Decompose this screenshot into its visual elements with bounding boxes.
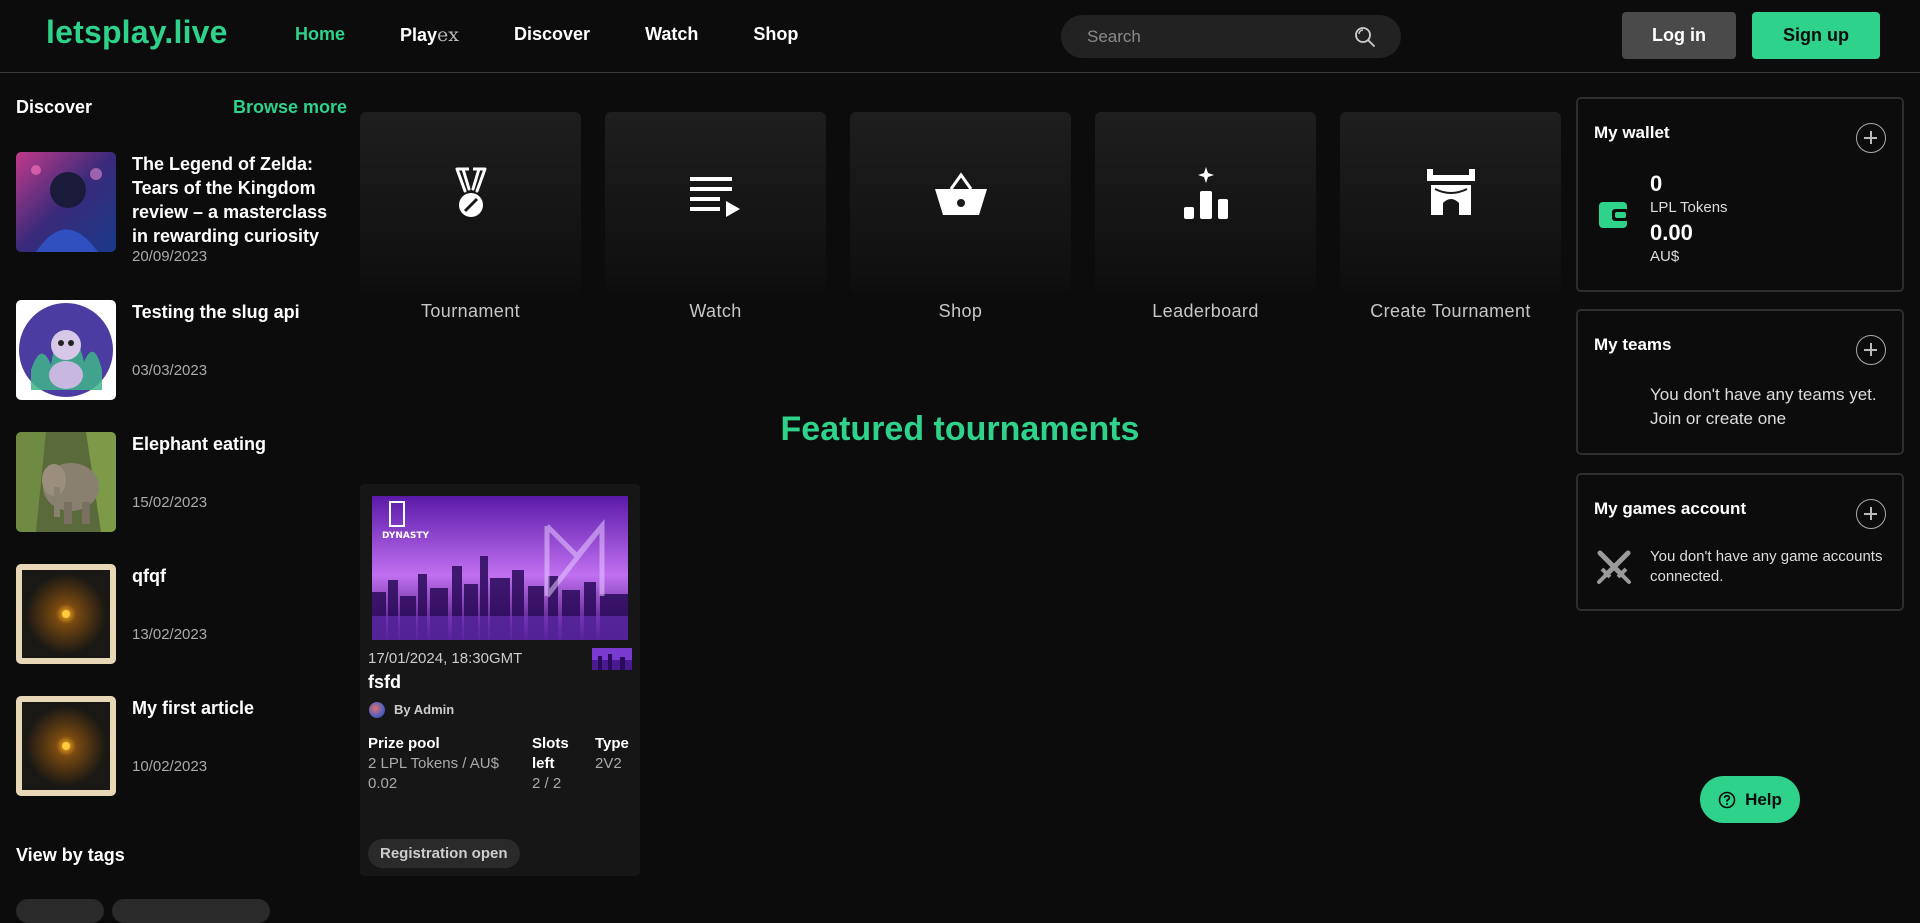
quick-link-create-tournament[interactable]: Create Tournament [1340,112,1561,322]
tournament-date: 17/01/2024, 18:30GMT [368,650,523,667]
discover-title: Discover [16,97,93,117]
slots-left-value: 2 / 2 [532,775,562,792]
article-date: 03/03/2023 [132,362,208,379]
search-input[interactable] [1087,25,1347,49]
type-value: 2V2 [595,755,622,772]
article-title: Elephant eating [132,434,267,454]
article-title: qfqf [132,566,166,586]
article-title: My first article [132,698,255,718]
teams-add-button[interactable] [1856,335,1886,365]
tournament-name: fsfd [368,672,401,692]
main-nav: Home Playex Discover Watch Shop [295,24,853,46]
type-label: Type [595,735,629,752]
games-empty-text: You don't have any game accounts connect… [1650,548,1883,585]
nav-play-label: Play [400,25,438,45]
quick-link-box [605,112,826,292]
help-button[interactable]: Help [1700,776,1800,823]
medal-icon [455,167,487,217]
organizer-avatar [369,702,385,718]
teams-title: My teams [1594,335,1672,354]
tournament-thumbnail [592,648,632,670]
article-item[interactable]: qfqf 13/02/2023 [16,564,346,664]
article-item[interactable]: Elephant eating 15/02/2023 [16,432,346,532]
quick-link-label: Leaderboard [1152,301,1259,321]
quick-link-watch[interactable]: Watch [605,112,826,322]
nav-play[interactable]: Playex [400,24,459,46]
wallet-add-button[interactable] [1856,123,1886,153]
article-item[interactable]: Testing the slug api 03/03/2023 [16,300,346,400]
tournament-organizer: By Admin [394,702,455,717]
nav-shop[interactable]: Shop [753,24,798,46]
search-bar [1061,15,1401,58]
arena-icon [1427,169,1475,215]
games-panel: My games account You don't have any game… [1576,473,1904,611]
article-title: Testing the slug api [132,302,300,322]
featured-title: Featured tournaments [780,410,1140,448]
svg-text:DYNASTY: DYNASTY [382,531,429,541]
article-item[interactable]: The Legend of Zelda: Tears of the Kingdo… [16,152,346,265]
quick-link-shop[interactable]: Shop [850,112,1071,322]
quick-link-label: Watch [689,301,742,321]
search-icon[interactable] [1353,25,1377,49]
teams-empty-text: You don't have any teams yet. Join or cr… [1650,385,1877,428]
nav-play-suffix: ex [437,24,460,46]
wallet-icon [1599,202,1629,228]
quick-link-label: Create Tournament [1370,301,1531,321]
playlist-icon [690,177,740,217]
wallet-tokens-value: 0 [1650,171,1663,196]
article-date: 20/09/2023 [132,248,208,265]
tournament-card[interactable]: DYNASTY 17/01/2024, 18:30GMT fsfd By Adm… [360,484,640,876]
article-item[interactable]: My first article 10/02/2023 [16,696,346,796]
quick-link-tournament[interactable]: Tournament [360,112,581,322]
quick-link-box [360,112,581,292]
wallet-tokens-label: LPL Tokens [1650,199,1728,216]
quick-link-box [850,112,1071,292]
tag-chip[interactable] [112,899,270,923]
prize-pool-value: 2 LPL Tokens / AU$ 0.02 [368,755,499,792]
nav-discover[interactable]: Discover [514,24,590,46]
login-button[interactable]: Log in [1622,12,1736,59]
article-thumbnail [16,696,116,796]
quick-link-box [1340,112,1561,292]
browse-more-link[interactable]: Browse more [233,97,347,118]
nav-watch[interactable]: Watch [645,24,698,46]
quick-link-box [1095,112,1316,292]
quick-link-leaderboard[interactable]: Leaderboard [1095,112,1316,322]
article-thumbnail [16,152,116,252]
wallet-title: My wallet [1594,123,1670,142]
slots-left-label: Slots left [532,735,569,772]
article-thumbnail [16,432,116,532]
leaderboard-icon [1184,167,1228,219]
tournament-banner: DYNASTY [372,496,628,640]
article-thumbnail [16,300,116,400]
nav-home[interactable]: Home [295,24,345,46]
games-title: My games account [1594,499,1747,518]
tags-title: View by tags [16,845,125,865]
article-date: 15/02/2023 [132,494,208,511]
article-date: 13/02/2023 [132,626,208,643]
wallet-panel: My wallet 0 LPL Tokens 0.00 AU$ [1576,97,1904,292]
signup-button[interactable]: Sign up [1752,12,1880,59]
wallet-aud-value: 0.00 [1650,220,1693,245]
top-bar: letsplay.live Home Playex Discover Watch… [0,0,1920,73]
site-logo[interactable]: letsplay.live [46,14,228,51]
wallet-aud-label: AU$ [1650,248,1680,265]
basket-icon [935,172,987,215]
quick-link-label: Tournament [420,301,521,321]
registration-status-badge: Registration open [368,839,520,868]
tag-chip[interactable] [16,899,104,923]
swords-icon [1597,550,1631,584]
teams-panel: My teams You don't have any teams yet. J… [1576,309,1904,455]
quick-link-label: Shop [938,301,983,321]
games-add-button[interactable] [1856,499,1886,529]
article-thumbnail [16,564,116,664]
prize-pool-label: Prize pool [368,735,440,752]
article-title: The Legend of Zelda: Tears of the Kingdo… [132,154,328,246]
article-date: 10/02/2023 [132,758,208,775]
question-icon [1718,791,1736,808]
help-label: Help [1745,789,1782,809]
